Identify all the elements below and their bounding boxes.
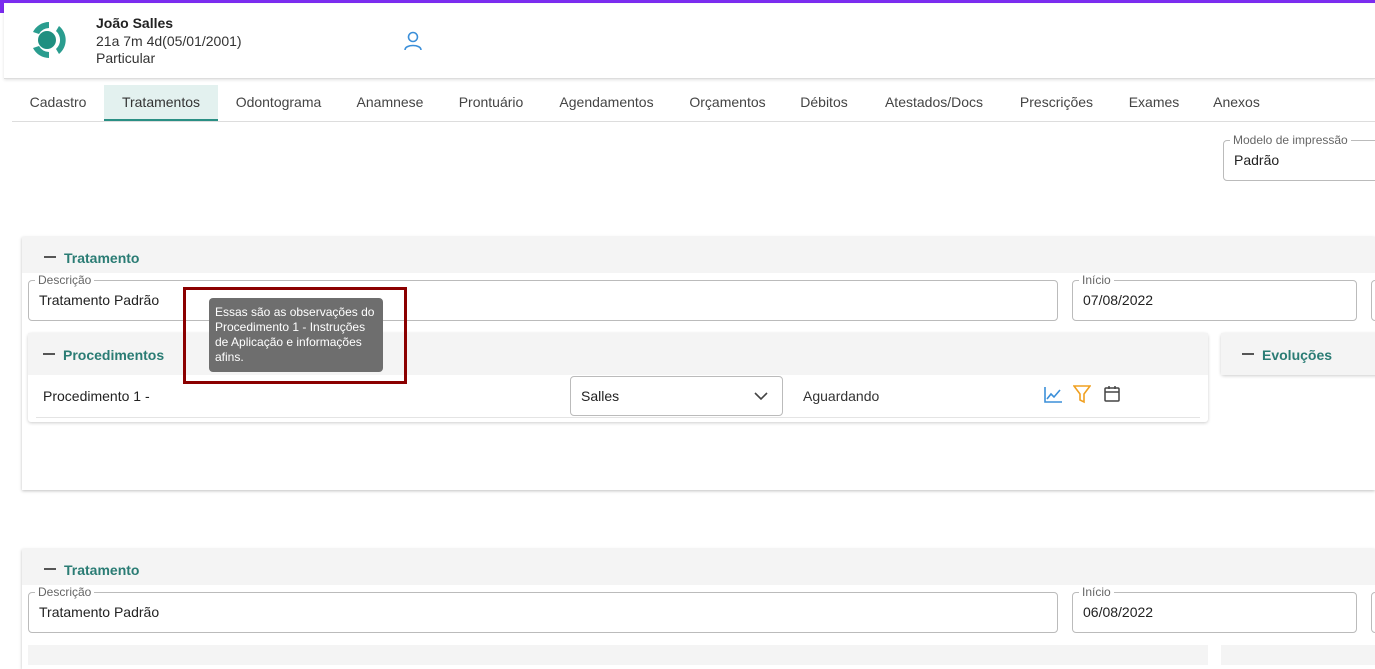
user-icon[interactable] <box>402 30 424 52</box>
treatment-title-label: Tratamento <box>64 562 140 578</box>
collapse-icon <box>43 353 55 356</box>
procedure-divider <box>36 417 1200 418</box>
start-date-field[interactable]: Início 06/08/2022 <box>1072 585 1357 633</box>
clinic-logo-icon <box>33 22 66 58</box>
tab-cadastro[interactable]: Cadastro <box>12 85 104 120</box>
tab-agendamentos[interactable]: Agendamentos <box>541 85 672 120</box>
tab-exames[interactable]: Exames <box>1110 85 1198 120</box>
print-model-value: Padrão <box>1234 152 1280 168</box>
print-model-select[interactable]: Modelo de impressão Padrão <box>1223 133 1375 181</box>
evolutions-title-label: Evoluções <box>1262 347 1333 363</box>
patient-plan: Particular <box>96 50 156 66</box>
tab-orcamentos[interactable]: Orçamentos <box>672 85 783 120</box>
start-date-value: 07/08/2022 <box>1083 292 1154 308</box>
chevron-down-icon <box>754 392 768 401</box>
description-field[interactable]: Descrição Tratamento Padrão <box>28 585 1058 633</box>
patient-age: 21a 7m 4d(05/01/2001) <box>96 33 242 49</box>
tab-bar: Cadastro Tratamentos Odontograma Anamnes… <box>12 85 1375 122</box>
collapse-icon <box>1242 353 1254 356</box>
tab-anamnese[interactable]: Anamnese <box>339 85 441 120</box>
description-label: Descrição <box>35 585 95 599</box>
tab-prescricoes[interactable]: Prescrições <box>1003 85 1110 120</box>
description-value: Tratamento Padrão <box>39 292 160 308</box>
tab-atestados-docs[interactable]: Atestados/Docs <box>865 85 1003 120</box>
start-date-label: Início <box>1079 273 1114 287</box>
start-date-field[interactable]: Início 07/08/2022 <box>1072 273 1357 321</box>
extra-field[interactable] <box>1371 592 1375 633</box>
treatment-header[interactable] <box>22 237 1375 273</box>
top-accent-line <box>0 0 1375 3</box>
print-model-label: Modelo de impressão <box>1230 133 1351 147</box>
procedures-header[interactable] <box>28 645 1208 665</box>
collapse-icon <box>44 256 56 259</box>
start-date-label: Início <box>1079 585 1114 599</box>
evolutions-title[interactable]: Evoluções <box>1242 347 1332 363</box>
patient-header: João Salles 21a 7m 4d(05/01/2001) Partic… <box>4 4 1375 79</box>
tab-debitos[interactable]: Débitos <box>783 85 865 120</box>
procedures-title-label: Procedimentos <box>63 347 165 363</box>
tab-tratamentos[interactable]: Tratamentos <box>104 85 218 121</box>
collapse-icon <box>44 568 56 571</box>
evolutions-panel: Evoluções <box>1221 333 1375 375</box>
tab-anexos[interactable]: Anexos <box>1198 85 1275 120</box>
treatment-title-label: Tratamento <box>64 250 140 266</box>
procedure-name[interactable]: Procedimento 1 - <box>43 388 150 404</box>
treatment-title[interactable]: Tratamento <box>44 562 139 578</box>
treatment-title[interactable]: Tratamento <box>44 250 139 266</box>
treatment-header[interactable] <box>22 549 1375 585</box>
professional-value: Salles <box>581 388 620 404</box>
patient-name: João Salles <box>96 15 174 31</box>
description-label: Descrição <box>35 273 95 287</box>
procedure-status: Aguardando <box>803 388 880 404</box>
observations-tooltip: Essas são as observações do Procedimento… <box>209 298 383 372</box>
calendar-icon[interactable] <box>1103 385 1121 403</box>
evolutions-header[interactable] <box>1221 645 1375 665</box>
extra-field[interactable] <box>1371 280 1375 321</box>
chart-line-icon[interactable] <box>1043 386 1063 404</box>
tab-odontograma[interactable]: Odontograma <box>218 85 339 120</box>
treatment-card: Tratamento Descrição Tratamento Padrão I… <box>22 549 1375 669</box>
tab-prontuario[interactable]: Prontuário <box>441 85 541 120</box>
filter-icon[interactable] <box>1073 385 1091 404</box>
description-value: Tratamento Padrão <box>39 604 160 620</box>
start-date-value: 06/08/2022 <box>1083 604 1154 620</box>
procedures-title[interactable]: Procedimentos <box>43 347 164 363</box>
professional-select[interactable]: Salles <box>570 376 783 416</box>
